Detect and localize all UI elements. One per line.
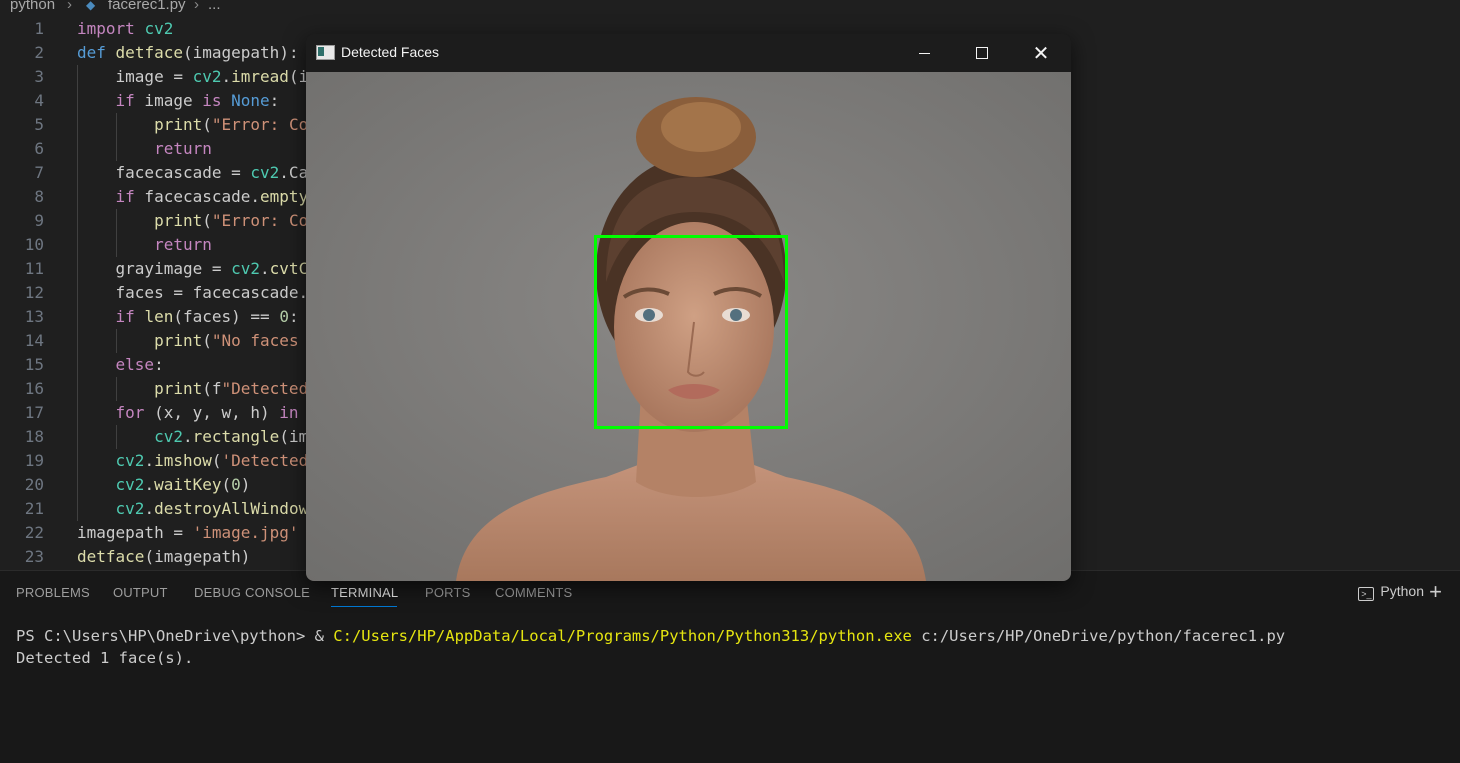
code-text: cv2.rectangle(im	[154, 427, 309, 446]
line-number: 4	[34, 91, 44, 110]
terminal-prompt: PS C:\Users\HP\OneDrive\python> &	[16, 627, 334, 645]
line-number: 10	[24, 235, 44, 254]
breadcrumb-more[interactable]: ...	[208, 0, 221, 12]
line-number: 21	[24, 499, 44, 518]
terminal-command-line[interactable]: PS C:\Users\HP\OneDrive\python> & C:/Use…	[16, 627, 1285, 645]
code-text: print("Error: Co	[154, 115, 309, 134]
code-text: facecascade = cv2.Ca	[77, 163, 309, 182]
terminal-output: Detected 1 face(s).	[16, 649, 194, 667]
detected-faces-window[interactable]: Detected Faces ✕	[306, 34, 1071, 581]
code-text: print("Error: Co	[154, 211, 309, 230]
line-number: 2	[34, 43, 44, 62]
chevron-right-icon: ›	[67, 0, 72, 13]
breadcrumb: python › ◆ facerec1.py › ...	[0, 0, 1460, 14]
code-text: def detface(imagepath):	[77, 43, 299, 62]
tab-terminal[interactable]: TERMINAL	[331, 585, 398, 600]
terminal-selector[interactable]: >_ Python	[1358, 583, 1424, 601]
line-number: 3	[34, 67, 44, 86]
face-image	[306, 72, 1071, 581]
app-icon	[316, 45, 335, 60]
line-number: 12	[24, 283, 44, 302]
line-number: 9	[34, 211, 44, 230]
code-text: else:	[115, 355, 164, 374]
line-number: 13	[24, 307, 44, 326]
chevron-right-icon: ›	[194, 0, 199, 13]
code-text: cv2.imshow('Detected	[115, 451, 309, 470]
window-titlebar[interactable]: Detected Faces ✕	[306, 34, 1071, 72]
code-text: return	[154, 139, 212, 158]
line-number: 7	[34, 163, 44, 182]
line-number: 16	[24, 379, 44, 398]
line-number: 11	[24, 259, 44, 278]
code-text: import cv2	[77, 19, 174, 38]
terminal-icon: >_	[1358, 587, 1375, 601]
line-number: 5	[34, 115, 44, 134]
tab-output[interactable]: OUTPUT	[113, 585, 168, 600]
python-file-icon: ◆	[86, 0, 96, 12]
line-number: 15	[24, 355, 44, 374]
code-text: print("No faces	[154, 331, 309, 350]
terminal-panel: PROBLEMS OUTPUT DEBUG CONSOLE TERMINAL PORTS…	[0, 570, 1460, 763]
line-number: 1	[34, 19, 44, 38]
tab-ports[interactable]: PORTS	[425, 585, 471, 600]
code-text: return	[154, 235, 212, 254]
code-text: cv2.destroyAllWindow	[115, 499, 309, 518]
tab-problems[interactable]: PROBLEMS	[16, 585, 90, 600]
face-detection-box	[594, 235, 788, 429]
code-text: imagepath = 'image.jpg'	[77, 523, 299, 542]
line-number: 22	[24, 523, 44, 542]
window-title: Detected Faces	[341, 44, 440, 60]
code-text: grayimage = cv2.cvtC	[77, 259, 309, 278]
close-icon[interactable]: ✕	[1018, 38, 1064, 68]
code-text: for (x, y, w, h) in	[115, 403, 299, 422]
line-number: 6	[34, 139, 44, 158]
tab-comments[interactable]: COMMENTS	[495, 585, 572, 600]
terminal-script-arg: c:/Users/HP/OneDrive/python/facerec1.py	[911, 627, 1286, 645]
terminal-python-exe: C:/Users/HP/AppData/Local/Programs/Pytho…	[333, 627, 912, 645]
line-number: 17	[24, 403, 44, 422]
minimize-icon[interactable]	[901, 38, 947, 68]
new-terminal-icon[interactable]: +	[1429, 579, 1442, 605]
code-text: if image is None:	[115, 91, 280, 110]
line-number: 20	[24, 475, 44, 494]
line-number: 14	[24, 331, 44, 350]
code-text: if facecascade.empty	[115, 187, 309, 206]
breadcrumb-folder[interactable]: python	[10, 0, 55, 12]
code-text: image = cv2.imread(i	[77, 67, 309, 86]
line-number: 19	[24, 451, 44, 470]
breadcrumb-file[interactable]: facerec1.py	[108, 0, 186, 12]
terminal-name: Python	[1380, 583, 1424, 599]
code-text: detface(imagepath)	[77, 547, 251, 566]
tab-debug-console[interactable]: DEBUG CONSOLE	[194, 585, 310, 600]
code-text: print(f"Detected	[154, 379, 309, 398]
active-tab-underline	[331, 606, 397, 607]
code-text: faces = facecascade.	[77, 283, 309, 302]
line-number: 18	[24, 427, 44, 446]
line-number: 23	[24, 547, 44, 566]
code-text: cv2.waitKey(0)	[115, 475, 251, 494]
maximize-icon[interactable]	[959, 38, 1005, 68]
line-number: 8	[34, 187, 44, 206]
code-text: if len(faces) == 0:	[115, 307, 299, 326]
